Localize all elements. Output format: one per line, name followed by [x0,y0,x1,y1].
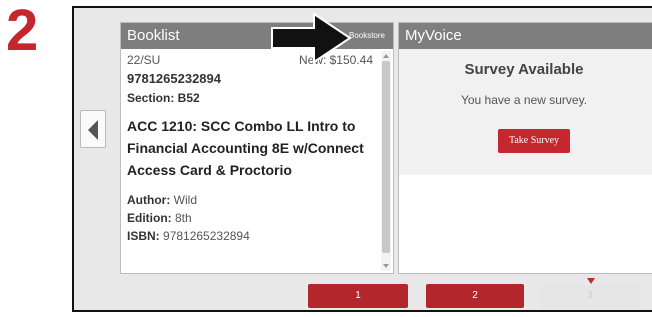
book-details: 22/SU New: $150.44 9781265232894 Section… [121,49,381,273]
isbn-heading: 9781265232894 [127,71,221,86]
author-value: Wild [173,193,198,207]
take-survey-button[interactable]: Take Survey [498,129,570,153]
isbn-label: ISBN: [127,229,160,243]
author-label: Author: [127,193,171,207]
page-3-button[interactable]: 3 [540,284,640,308]
section-label: Section: B52 [127,91,200,105]
scroll-up-icon[interactable] [383,54,389,58]
term-label: 22/SU [127,53,161,67]
scroll-down-icon[interactable] [383,264,389,268]
booklist-scrollbar[interactable] [381,51,391,271]
course-title: ACC 1210: SCC Combo LL Intro to Financia… [127,118,364,178]
myvoice-header: MyVoice [399,23,652,49]
edition-row: Edition: 8th [127,211,192,225]
booklist-title: Booklist [127,27,180,44]
edition-value: 8th [175,211,192,225]
survey-title: Survey Available [464,61,584,78]
previous-button[interactable] [80,110,106,148]
survey-panel: Survey Available You have a new survey. … [399,49,652,175]
arrow-right-icon [271,12,352,64]
chevron-left-icon [88,120,98,140]
scroll-thumb[interactable] [382,61,390,253]
current-page-indicator [587,278,595,284]
edition-label: Edition: [127,211,172,225]
isbn-value: 9781265232894 [163,229,250,243]
survey-message: You have a new survey. [460,93,588,107]
page-2-button[interactable]: 2 [426,284,524,308]
page-1-button[interactable]: 1 [308,284,408,308]
myvoice-title: MyVoice [405,27,462,44]
isbn-row: ISBN: 9781265232894 [127,229,250,243]
step-number: 2 [6,0,38,63]
myvoice-card: MyVoice Survey Available You have a new … [398,22,652,274]
author-row: Author: Wild [127,193,197,207]
